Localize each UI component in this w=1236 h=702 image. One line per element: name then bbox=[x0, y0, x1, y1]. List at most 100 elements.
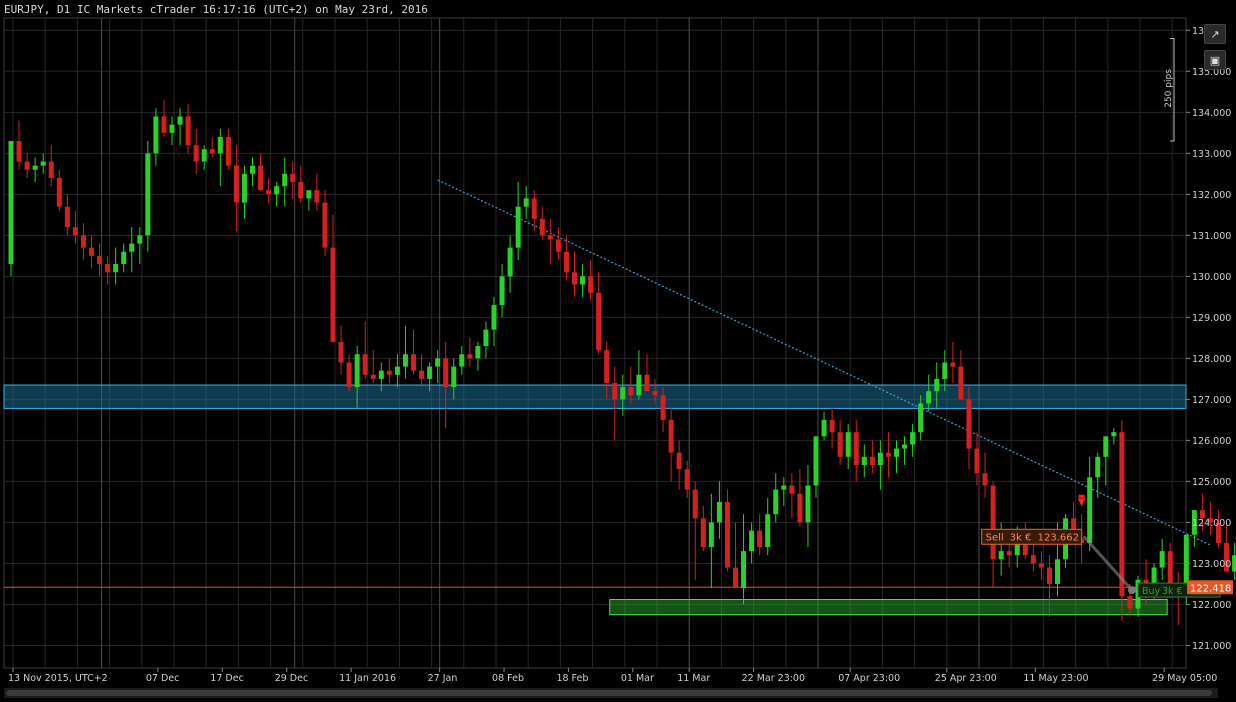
x-tick-label: 25 Apr 23:00 bbox=[935, 673, 997, 684]
y-tick-label: 128.000 bbox=[1192, 354, 1231, 365]
candle-body bbox=[24, 161, 30, 170]
sell-arrow-icon bbox=[1077, 498, 1086, 507]
candle-body bbox=[877, 452, 883, 466]
candle-body bbox=[394, 366, 400, 375]
camera-icon[interactable]: ▣ bbox=[1204, 50, 1226, 70]
candle-body bbox=[845, 432, 851, 457]
candle-body bbox=[258, 165, 264, 191]
candle-body bbox=[821, 419, 827, 437]
candle-body bbox=[837, 432, 843, 457]
candle-body bbox=[853, 432, 859, 466]
candle-body bbox=[934, 378, 940, 392]
candle-body bbox=[233, 165, 239, 203]
x-tick-label: 29 May 05:00 bbox=[1152, 673, 1217, 684]
candle-body bbox=[121, 251, 127, 265]
candle-body bbox=[1167, 551, 1173, 589]
candle-body bbox=[193, 145, 199, 162]
candle-body bbox=[362, 354, 368, 375]
candle-body bbox=[225, 136, 231, 166]
x-tick-label: 13 Nov 2015, UTC+2 bbox=[8, 673, 108, 684]
candle-body bbox=[402, 354, 408, 367]
candle-body bbox=[40, 161, 46, 166]
candle-body bbox=[459, 354, 465, 367]
x-tick-label: 07 Apr 23:00 bbox=[838, 673, 900, 684]
candle-body bbox=[72, 227, 78, 236]
candle-body bbox=[330, 247, 336, 342]
candle-body bbox=[676, 452, 682, 470]
y-tick-label: 121.000 bbox=[1192, 641, 1231, 652]
candle-body bbox=[467, 354, 473, 359]
candle-body bbox=[974, 448, 980, 474]
candle-body bbox=[443, 358, 449, 388]
x-tick-label: 11 Mar bbox=[677, 673, 710, 684]
candle-body bbox=[733, 567, 738, 589]
candle-body bbox=[378, 370, 384, 379]
buy-order-size: 3k € bbox=[1162, 586, 1183, 597]
candle-body bbox=[209, 149, 215, 154]
candle-body bbox=[419, 370, 425, 379]
candle-body bbox=[869, 456, 875, 466]
candle-body bbox=[1103, 436, 1109, 457]
candle-body bbox=[596, 292, 602, 351]
candle-body bbox=[628, 387, 634, 396]
candle-body bbox=[338, 341, 344, 363]
candle-body bbox=[507, 247, 513, 277]
candle-body bbox=[652, 391, 658, 396]
price-chart[interactable]: Sell3k €123.662Buy3k €122.4136.135.00013… bbox=[0, 0, 1236, 702]
candle-body bbox=[322, 202, 328, 248]
buy-order-side: Buy bbox=[1142, 586, 1161, 597]
candle-body bbox=[894, 448, 899, 457]
candle-body bbox=[660, 395, 666, 420]
candle-body bbox=[700, 518, 706, 548]
candle-body bbox=[346, 362, 352, 388]
scrollbar-thumb[interactable] bbox=[6, 690, 1212, 696]
candle-body bbox=[241, 173, 247, 203]
candle-body bbox=[491, 305, 497, 330]
x-tick-label: 17 Dec bbox=[210, 673, 244, 684]
candle-body bbox=[805, 485, 811, 523]
candle-body bbox=[773, 489, 779, 515]
candle-body bbox=[161, 116, 167, 133]
candle-body bbox=[749, 530, 755, 552]
plot-area bbox=[3, 17, 1187, 669]
candle-body bbox=[588, 276, 594, 293]
candle-body bbox=[64, 206, 70, 228]
candle-body bbox=[942, 362, 948, 379]
popout-icon[interactable]: ↗ bbox=[1204, 24, 1226, 44]
candle-body bbox=[153, 116, 159, 154]
candle-body bbox=[145, 153, 151, 236]
candle-body bbox=[185, 116, 191, 146]
candle-body bbox=[604, 350, 610, 383]
candle-body bbox=[290, 173, 296, 183]
candle-body bbox=[813, 436, 819, 486]
candle-body bbox=[8, 141, 14, 265]
x-tick-label: 18 Feb bbox=[556, 673, 588, 684]
candle-body bbox=[926, 391, 932, 404]
candle-body bbox=[523, 198, 529, 207]
candle-body bbox=[1159, 551, 1165, 568]
candle-body bbox=[435, 358, 441, 367]
candle-body bbox=[684, 469, 690, 490]
candle-body bbox=[572, 272, 577, 285]
candle-body bbox=[386, 370, 392, 375]
candle-body bbox=[724, 501, 730, 568]
candle-body bbox=[789, 485, 795, 494]
candle-body bbox=[1087, 477, 1093, 543]
candle-body bbox=[137, 235, 143, 244]
trade-endpoint bbox=[1128, 586, 1136, 595]
candle-body bbox=[765, 514, 771, 548]
candle-body bbox=[282, 173, 288, 187]
candle-body bbox=[1111, 432, 1117, 437]
y-tick-label: 132.000 bbox=[1192, 190, 1231, 201]
candle-body bbox=[56, 177, 62, 207]
candle-body bbox=[958, 366, 964, 400]
candle-body bbox=[48, 161, 54, 178]
candle-body bbox=[555, 239, 561, 252]
chart-window: Sell3k €123.662Buy3k €122.4136.135.00013… bbox=[0, 0, 1236, 702]
candle-body bbox=[89, 247, 94, 256]
x-tick-label: 08 Feb bbox=[492, 673, 524, 684]
candle-body bbox=[129, 243, 135, 252]
y-tick-label: 131.000 bbox=[1192, 231, 1231, 242]
candle-body bbox=[314, 190, 320, 203]
candle-body bbox=[1006, 551, 1012, 556]
